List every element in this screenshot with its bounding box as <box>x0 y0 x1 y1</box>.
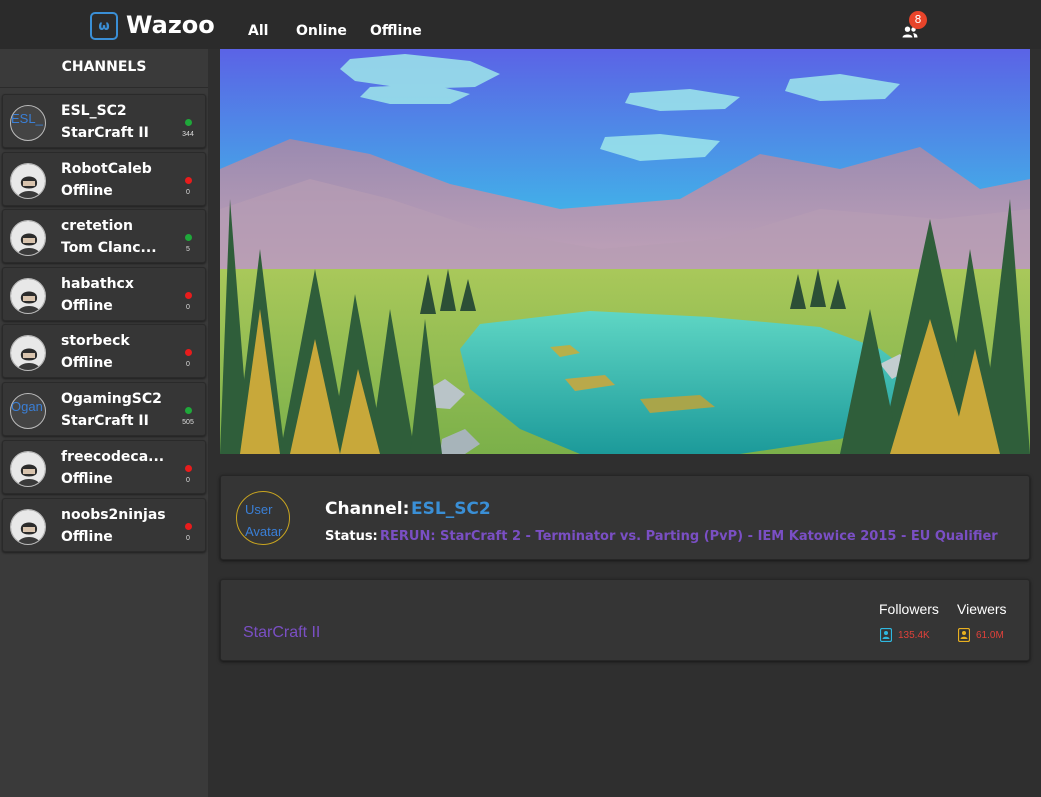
channel-name: habathcx <box>61 276 134 292</box>
channel-sidebar: CHANNELS ESL_ ESL_SC2 StarCraft II 344 Robot… <box>0 49 208 797</box>
sidebar-divider <box>0 87 208 88</box>
channel-item-4[interactable]: storbeck Offline 0 <box>2 324 206 378</box>
viewer-count: 0 <box>186 189 190 196</box>
viewer-count: 0 <box>186 477 190 484</box>
channel-item-7[interactable]: noobs2ninjas Offline 0 <box>2 498 206 552</box>
channel-game: StarCraft II <box>61 413 149 429</box>
channel-item-6[interactable]: freecodeca... Offline 0 <box>2 440 206 494</box>
followers-label: Followers <box>879 601 939 617</box>
viewer-count: 0 <box>186 535 190 542</box>
channel-item-1[interactable]: RobotCaleb Offline 0 <box>2 152 206 206</box>
followers-icon <box>880 628 892 642</box>
sidebar-title: CHANNELS <box>61 59 147 75</box>
channel-label: Channel: <box>325 499 410 519</box>
top-bar: ω Wazoo All Online Offline 8 <box>0 0 1041 49</box>
status-label: Status: <box>325 529 378 544</box>
offline-status-dot <box>185 292 192 299</box>
channel-game: Offline <box>61 183 113 199</box>
channel-game: StarCraft II <box>61 125 149 141</box>
offline-status-dot <box>185 349 192 356</box>
user-avatar[interactable]: User Avatar <box>236 491 290 545</box>
channel-name: cretetion <box>61 218 133 234</box>
online-status-dot <box>185 407 192 414</box>
channel-game: Offline <box>61 355 113 371</box>
channel-avatar <box>10 451 46 487</box>
brand-name[interactable]: Wazoo <box>126 11 215 39</box>
viewers-count: 61.0M <box>976 630 1004 641</box>
viewers-label: Viewers <box>957 601 1007 617</box>
viewer-count: 344 <box>182 131 194 138</box>
channel-avatar <box>10 278 46 314</box>
channel-avatar <box>10 509 46 545</box>
notification-badge[interactable]: 8 <box>909 11 927 29</box>
offline-status-dot <box>185 465 192 472</box>
channel-item-0[interactable]: ESL_ ESL_SC2 StarCraft II 344 <box>2 94 206 148</box>
channel-item-2[interactable]: cretetion Tom Clanc... 5 <box>2 209 206 263</box>
channel-name: OgamingSC2 <box>61 391 162 407</box>
channel-info-card: User Avatar Channel: ESL_SC2 Status: RER… <box>220 475 1030 560</box>
channel-name: freecodeca... <box>61 449 165 465</box>
nav-all[interactable]: All <box>248 23 268 39</box>
channel-name[interactable]: ESL_SC2 <box>411 499 491 519</box>
game-name[interactable]: StarCraft II <box>243 624 320 642</box>
channel-avatar: Ogan <box>10 393 46 429</box>
channel-avatar <box>10 335 46 371</box>
channel-game: Offline <box>61 298 113 314</box>
channel-avatar: ESL_ <box>10 105 46 141</box>
channel-game: Tom Clanc... <box>61 240 157 256</box>
online-status-dot <box>185 119 192 126</box>
viewer-count: 505 <box>182 419 194 426</box>
viewer-count: 0 <box>186 361 190 368</box>
channel-item-5[interactable]: Ogan OgamingSC2 StarCraft II 505 <box>2 382 206 436</box>
channel-name: RobotCaleb <box>61 161 152 177</box>
channel-item-3[interactable]: habathcx Offline 0 <box>2 267 206 321</box>
channel-game: Offline <box>61 471 113 487</box>
offline-status-dot <box>185 177 192 184</box>
logo-letter: ω <box>98 18 110 34</box>
avatar-alt-text: ESL_ <box>11 111 43 126</box>
channel-avatar <box>10 163 46 199</box>
viewer-count: 5 <box>186 246 190 253</box>
status-text: RERUN: StarCraft 2 - Terminator vs. Part… <box>380 529 998 544</box>
stats-card: StarCraft II Followers Viewers 135.4K 61… <box>220 579 1030 661</box>
avatar-alt-text-line1: User <box>245 502 273 517</box>
nav-online[interactable]: Online <box>296 23 347 39</box>
channel-name: noobs2ninjas <box>61 507 166 523</box>
offline-status-dot <box>185 523 192 530</box>
nav-offline[interactable]: Offline <box>370 23 422 39</box>
avatar-alt-text: Ogan <box>11 399 43 414</box>
logo-icon[interactable]: ω <box>90 12 118 40</box>
channel-banner-image <box>220 49 1030 454</box>
viewers-icon <box>958 628 970 642</box>
channel-avatar <box>10 220 46 256</box>
channel-name: storbeck <box>61 333 130 349</box>
channel-name: ESL_SC2 <box>61 103 127 119</box>
followers-count: 135.4K <box>898 630 930 641</box>
viewer-count: 0 <box>186 304 190 311</box>
avatar-alt-text-line2: Avatar <box>245 524 283 539</box>
channel-game: Offline <box>61 529 113 545</box>
online-status-dot <box>185 234 192 241</box>
